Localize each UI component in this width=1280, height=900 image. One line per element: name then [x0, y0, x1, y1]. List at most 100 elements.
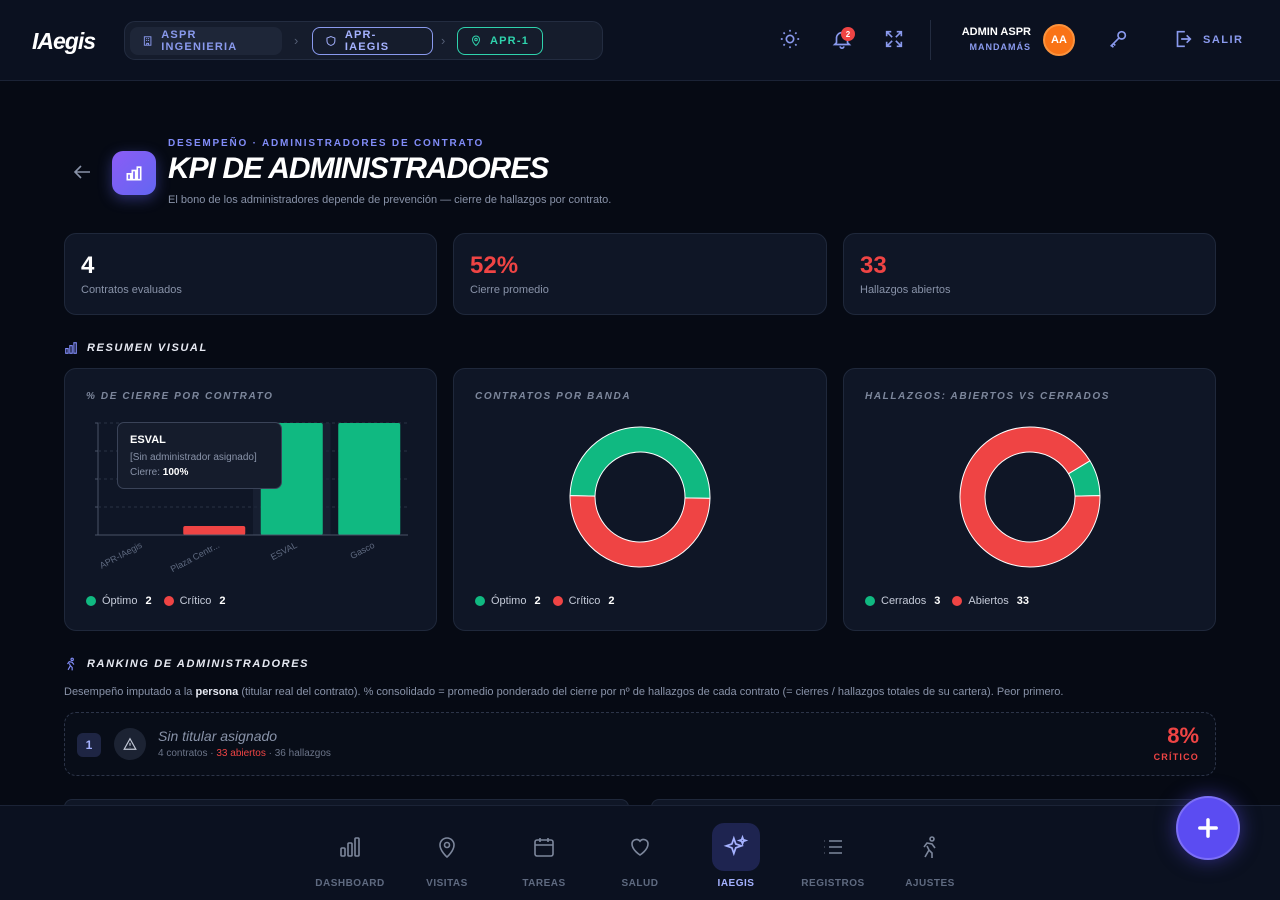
notification-badge: 2	[841, 27, 855, 41]
kpi-value: 4	[81, 252, 95, 279]
top-bar: IAegis ASPR INGENIERIA › APR-IAEGIS › AP…	[0, 0, 1280, 81]
legend-count: 3	[934, 595, 941, 607]
user-name: ADMIN ASPR	[961, 26, 1031, 38]
nav-label: AJUSTES	[905, 878, 955, 889]
pie-slice	[569, 426, 711, 499]
x-tick-label: APR-IAegis	[98, 540, 144, 571]
app-logo[interactable]: IAegis	[32, 28, 96, 55]
page-title: KPI DE ADMINISTRADORES	[168, 152, 549, 185]
chevron-right-icon: ›	[441, 33, 446, 48]
kpi-card-closure: 52% Cierre promedio	[453, 233, 827, 315]
heart-icon	[631, 838, 649, 856]
ranking-row[interactable]: 1 Sin titular asignado 4 contratos · 33 …	[64, 712, 1216, 776]
kpi-value: 33	[860, 252, 887, 279]
warning-icon	[123, 737, 137, 750]
back-arrow-icon[interactable]	[70, 160, 94, 184]
breadcrumb-org[interactable]: ASPR INGENIERIA	[130, 27, 282, 55]
contracts-count: 4 contratos	[158, 748, 208, 759]
chart-icon	[65, 342, 77, 354]
kpi-label: Hallazgos abiertos	[860, 284, 951, 296]
sun-icon[interactable]	[779, 28, 801, 50]
chart-icon	[340, 837, 360, 857]
section-visual-summary: RESUMEN VISUAL	[64, 341, 208, 355]
tooltip-title: ESVAL	[130, 434, 166, 446]
section-title: RANKING DE ADMINISTRADORES	[87, 658, 310, 670]
findings-count: 36 hallazgos	[274, 748, 331, 759]
x-tick-label: Plaza Centr...	[169, 540, 221, 574]
tooltip-admin: [Sin administrador asignado]	[130, 452, 257, 463]
nav-registros[interactable]: REGISTROS	[793, 823, 873, 889]
logout-button[interactable]: SALIR	[1203, 34, 1244, 46]
page-pretitle: DESEMPEÑO · ADMINISTRADORES DE CONTRATO	[168, 138, 485, 149]
nav-visitas[interactable]: VISITAS	[407, 823, 487, 889]
legend-item: Óptimo 2	[86, 595, 152, 607]
nav-label: REGISTROS	[801, 878, 865, 889]
kpi-card-open-findings: 33 Hallazgos abiertos	[843, 233, 1216, 315]
breadcrumb-project-label: APR-IAEGIS	[344, 29, 390, 53]
chart-legend: Óptimo 2 Crítico 2	[475, 595, 615, 607]
list-icon	[824, 840, 842, 854]
admin-band: CRÍTICO	[1153, 752, 1199, 762]
add-button[interactable]	[1176, 796, 1240, 860]
admin-meta: 4 contratos · 33 abiertos · 36 hallazgos	[158, 748, 331, 759]
legend-dot	[865, 596, 875, 606]
legend-item: Cerrados 3	[865, 595, 940, 607]
tooltip-value: 100%	[162, 467, 189, 478]
admin-name: Sin titular asignado	[158, 728, 278, 744]
legend-label: Óptimo	[491, 595, 527, 607]
bar	[183, 526, 246, 535]
rank-number: 1	[77, 733, 101, 757]
building-icon	[143, 36, 152, 46]
runner-icon	[67, 657, 75, 671]
legend-count: 2	[608, 595, 615, 607]
user-role: MANDAMÁS	[969, 42, 1031, 52]
legend-dot	[86, 596, 96, 606]
legend-dot	[475, 596, 485, 606]
legend-label: Crítico	[179, 595, 212, 607]
breadcrumb-site[interactable]: APR-1	[457, 27, 543, 55]
pie-slice	[569, 495, 711, 568]
desc-text: (titular real del contrato). % consolida…	[238, 686, 1064, 698]
breadcrumb-org-label: ASPR INGENIERIA	[161, 29, 238, 53]
runner-icon	[923, 836, 936, 858]
legend-label: Abiertos	[968, 595, 1009, 607]
desc-text: Desempeño imputado a la	[64, 686, 196, 698]
warning-avatar	[114, 728, 146, 760]
legend-dot	[552, 596, 563, 606]
legend-dot	[952, 596, 963, 606]
legend-count: 2	[219, 595, 226, 607]
breadcrumb-project[interactable]: APR-IAEGIS	[312, 27, 433, 55]
bar-chart: APR-IAegis Plaza Centr... ESVAL Gasco	[95, 422, 408, 574]
section-title: RESUMEN VISUAL	[87, 342, 208, 354]
nav-ajustes[interactable]: AJUSTES	[890, 823, 970, 889]
donut-chart	[959, 426, 1101, 568]
map-pin-icon	[471, 35, 481, 47]
fullscreen-icon[interactable]	[883, 28, 905, 50]
calendar-icon	[534, 838, 554, 857]
plus-icon	[1198, 818, 1218, 838]
tooltip-label: Cierre:	[130, 467, 161, 478]
chart-card-findings-open-closed: HALLAZGOS: ABIERTOS VS CERRADOS Cerrados…	[843, 368, 1216, 631]
avatar[interactable]: AA	[1043, 24, 1075, 56]
open-count: 33 abiertos	[216, 748, 266, 759]
legend-count: 2	[534, 595, 541, 607]
nav-salud[interactable]: SALUD	[600, 823, 680, 889]
kpi-label: Contratos evaluados	[81, 284, 182, 296]
chevron-right-icon: ›	[294, 33, 299, 48]
chart-card-closure-by-contract: % DE CIERRE POR CONTRATO APR-IAegis Plaza…	[64, 368, 437, 631]
nav-dashboard[interactable]: DASHBOARD	[310, 823, 390, 889]
chart-legend: Óptimo 2 Crítico 2	[86, 595, 226, 607]
kpi-card-contracts: 4 Contratos evaluados	[64, 233, 437, 315]
nav-label: DASHBOARD	[315, 878, 385, 889]
ranking-description: Desempeño imputado a la persona (titular…	[64, 686, 1063, 698]
nav-label: TAREAS	[522, 878, 566, 889]
nav-iaegis[interactable]: IAEGIS	[696, 823, 776, 889]
map-pin-icon	[439, 837, 455, 859]
legend-dot	[163, 596, 174, 606]
kpi-label: Cierre promedio	[470, 284, 549, 296]
logout-icon[interactable]	[1172, 28, 1194, 50]
nav-tareas[interactable]: TAREAS	[504, 823, 584, 889]
legend-label: Óptimo	[102, 595, 138, 607]
legend-item: Crítico 2	[552, 595, 615, 607]
key-icon[interactable]	[1107, 28, 1129, 50]
